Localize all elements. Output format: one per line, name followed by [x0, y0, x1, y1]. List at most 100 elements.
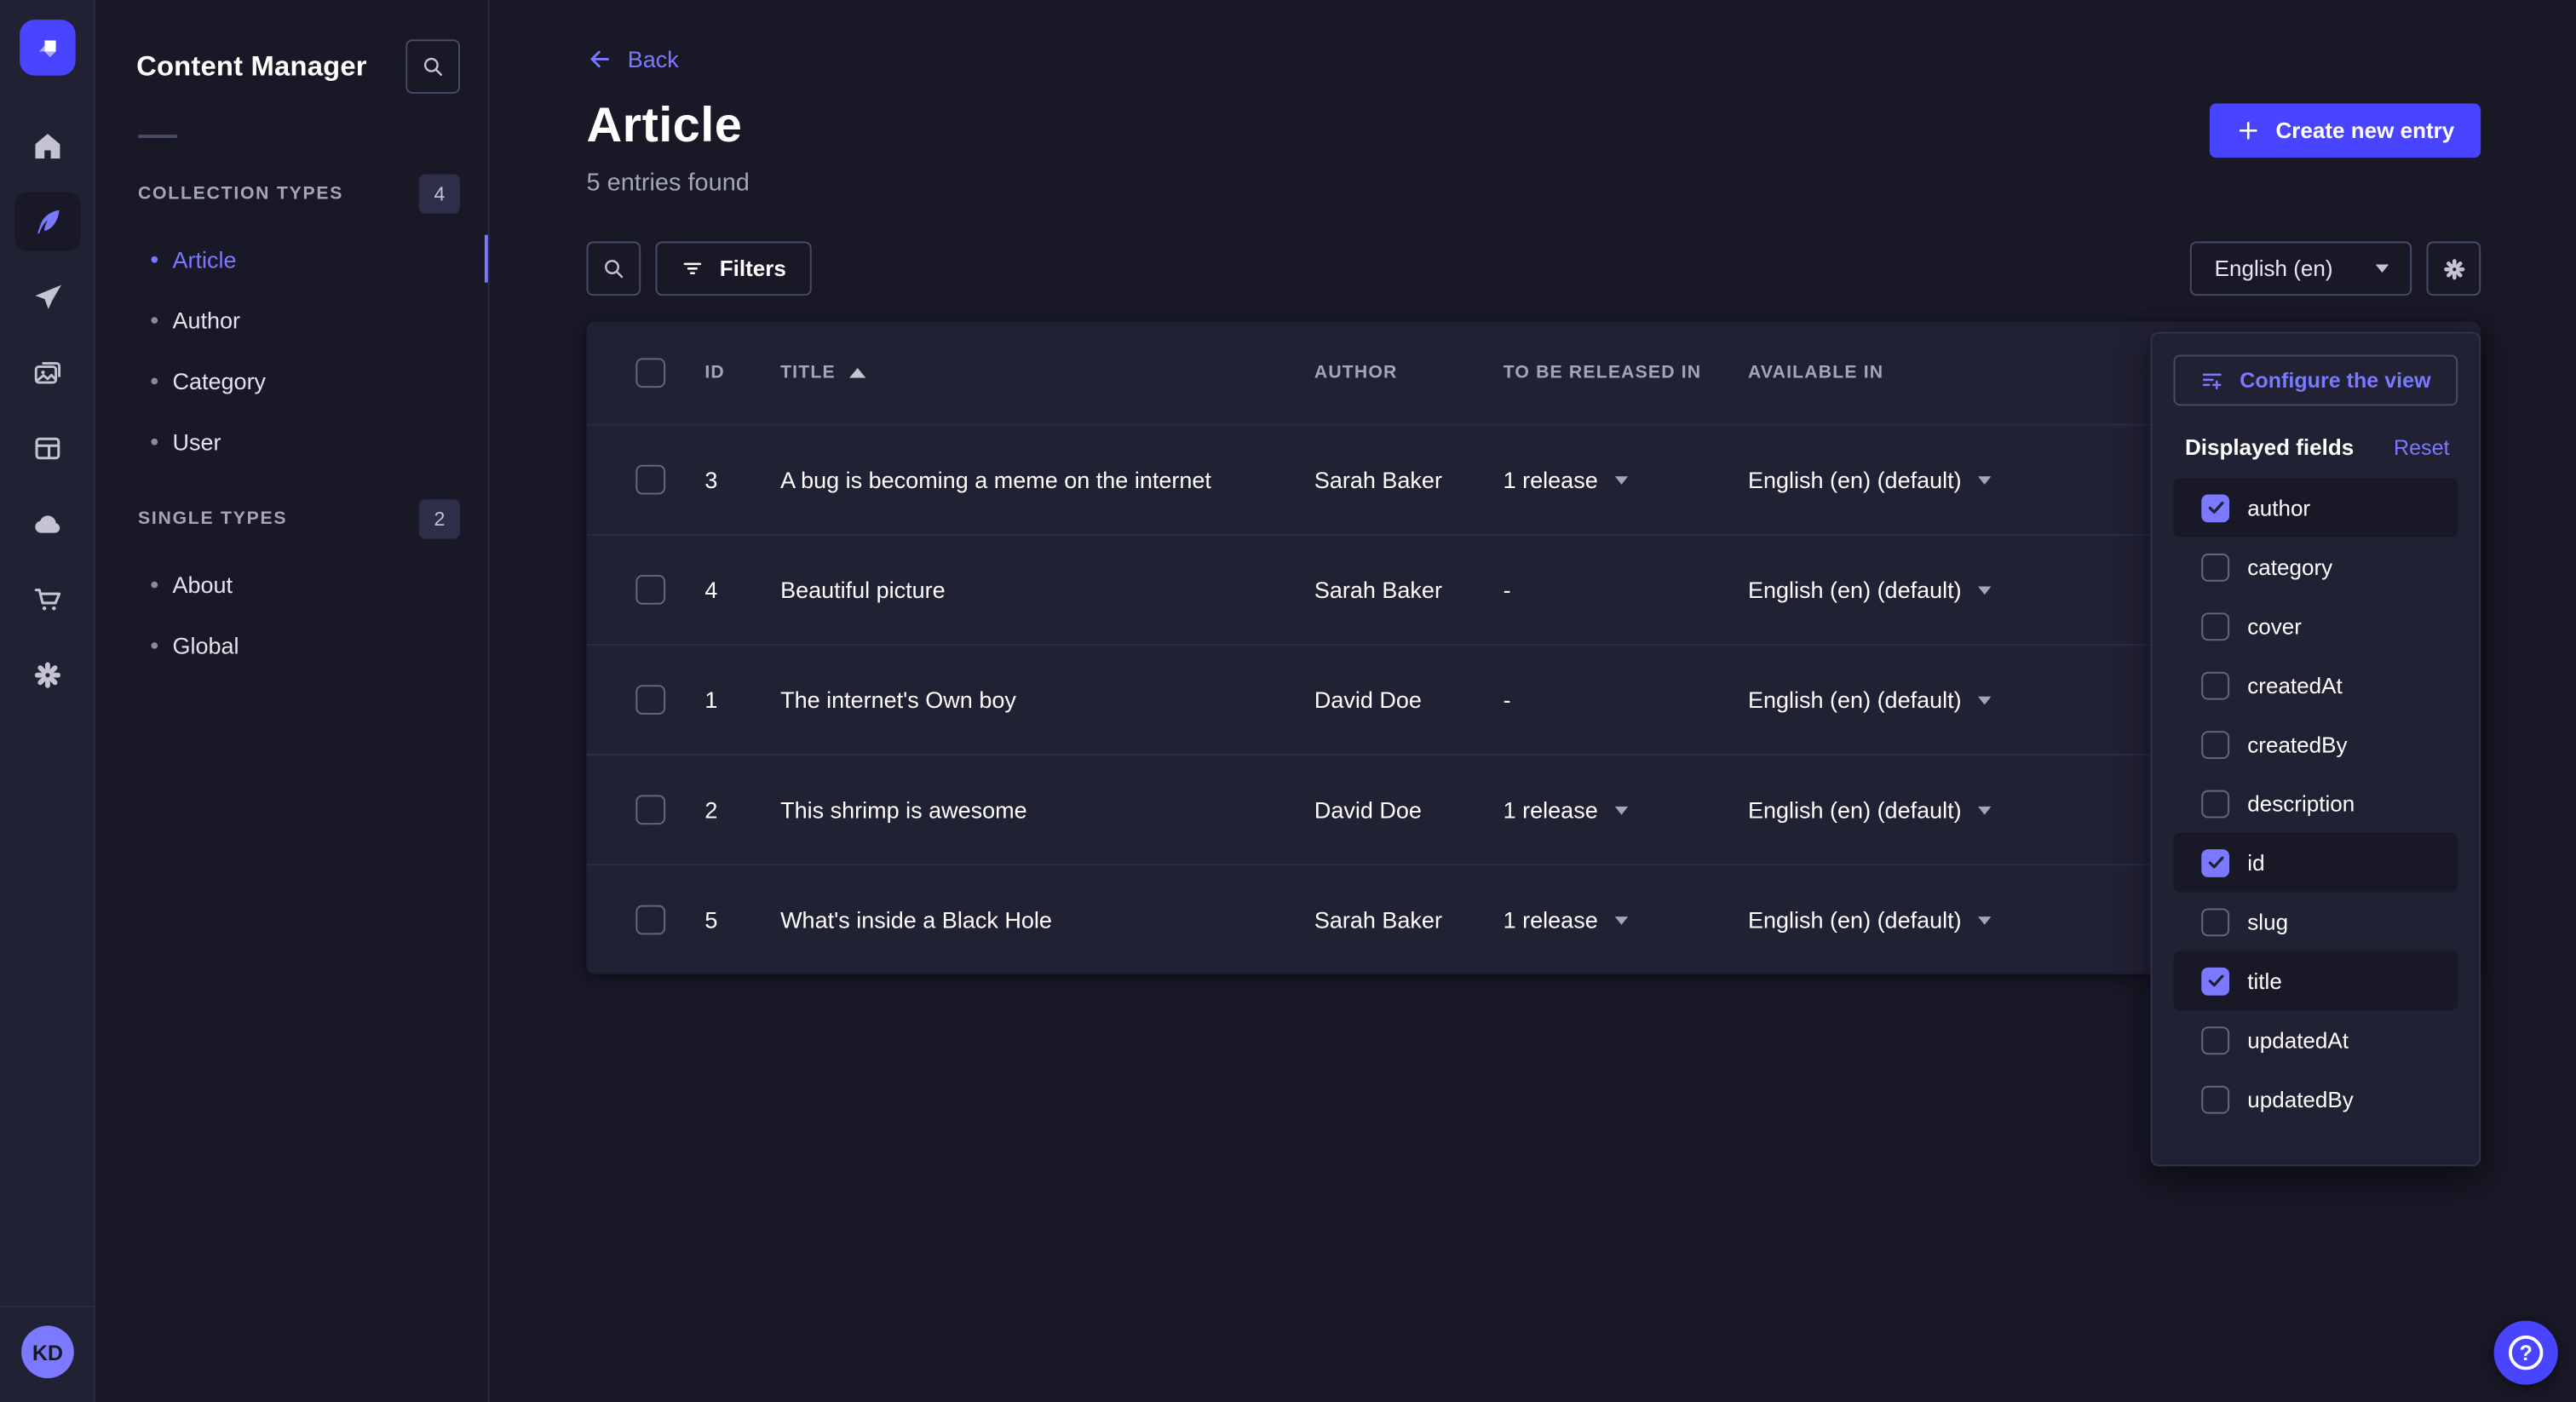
sort-ascending-icon[interactable]	[848, 368, 865, 378]
displayed-field-option[interactable]: cover	[2173, 596, 2458, 655]
single-types-section: SINGLE TYPES 2 About Global	[95, 497, 488, 675]
row-release-cell[interactable]: 1 release	[1504, 796, 1748, 823]
releases-icon[interactable]	[14, 267, 79, 326]
configure-view-button[interactable]: Configure the view	[2173, 355, 2458, 406]
field-checkbox[interactable]	[2201, 671, 2229, 699]
row-checkbox[interactable]	[635, 685, 665, 715]
subnav-item[interactable]: Global	[95, 614, 488, 675]
row-id-cell: 4	[704, 577, 780, 603]
subnav-item[interactable]: Article	[95, 228, 488, 289]
subnav-item[interactable]: User	[95, 411, 488, 471]
displayed-field-option[interactable]: updatedAt	[2173, 1010, 2458, 1069]
row-release-cell[interactable]: -	[1504, 687, 1748, 713]
field-checkbox[interactable]	[2201, 967, 2229, 995]
row-title-cell[interactable]: Beautiful picture	[780, 577, 1314, 603]
subnav-item-label: Category	[172, 367, 266, 394]
field-label: createdBy	[2247, 732, 2347, 756]
field-checkbox[interactable]	[2201, 1085, 2229, 1113]
main-nav-rail: KD	[0, 0, 95, 1402]
displayed-field-option[interactable]: id	[2173, 833, 2458, 892]
row-author-cell: David Doe	[1314, 796, 1504, 823]
subnav-item[interactable]: Category	[95, 350, 488, 411]
release-caret-icon[interactable]	[1614, 916, 1627, 924]
row-title-cell[interactable]: This shrimp is awesome	[780, 796, 1314, 823]
content-type-builder-icon[interactable]	[14, 419, 79, 478]
displayed-field-option[interactable]: createdAt	[2173, 655, 2458, 714]
collection-types-list: Article Author Category User	[95, 228, 488, 471]
displayed-field-option[interactable]: author	[2173, 478, 2458, 537]
column-header-author[interactable]: AUTHOR	[1314, 363, 1504, 382]
subnav-item[interactable]: Author	[95, 289, 488, 349]
row-available-value: English (en) (default)	[1748, 687, 1962, 713]
select-all-checkbox[interactable]	[635, 358, 665, 388]
strapi-logo[interactable]	[19, 20, 75, 76]
field-checkbox[interactable]	[2201, 553, 2229, 581]
section-count-badge: 2	[419, 498, 460, 537]
main-content: Back Article Create new entry 5 entries …	[490, 0, 2576, 1402]
home-icon[interactable]	[14, 117, 79, 175]
field-checkbox[interactable]	[2201, 848, 2229, 876]
field-checkbox[interactable]	[2201, 1026, 2229, 1054]
strapi-logo-icon	[27, 28, 66, 67]
displayed-field-option[interactable]: category	[2173, 537, 2458, 596]
media-library-icon[interactable]	[14, 343, 79, 402]
help-button[interactable]: ?	[2494, 1320, 2558, 1384]
release-caret-icon[interactable]	[1614, 475, 1627, 484]
available-caret-icon[interactable]	[1978, 696, 1991, 704]
row-available-value: English (en) (default)	[1748, 577, 1962, 603]
subnav-search-button[interactable]	[405, 39, 460, 94]
subnav-item-label: Article	[172, 245, 236, 272]
available-caret-icon[interactable]	[1978, 475, 1991, 484]
release-caret-icon[interactable]	[1614, 806, 1627, 814]
field-label: category	[2247, 554, 2332, 579]
content-manager-icon[interactable]	[14, 192, 79, 251]
row-checkbox[interactable]	[635, 795, 665, 825]
deploy-cloud-icon[interactable]	[14, 494, 79, 553]
column-header-id[interactable]: ID	[704, 363, 780, 382]
displayed-field-option[interactable]: slug	[2173, 892, 2458, 951]
row-release-value: 1 release	[1504, 467, 1598, 493]
row-title-cell[interactable]: A bug is becoming a meme on the internet	[780, 467, 1314, 493]
checkmark-icon	[2205, 971, 2225, 991]
field-label: cover	[2247, 613, 2302, 638]
row-release-value: 1 release	[1504, 907, 1598, 934]
row-checkbox[interactable]	[635, 575, 665, 605]
row-title-cell[interactable]: The internet's Own boy	[780, 687, 1314, 713]
row-checkbox[interactable]	[635, 905, 665, 935]
gear-icon	[2441, 256, 2467, 282]
displayed-field-option[interactable]: updatedBy	[2173, 1069, 2458, 1128]
field-checkbox[interactable]	[2201, 494, 2229, 522]
user-avatar[interactable]: KD	[21, 1325, 74, 1378]
displayed-fields-list: author category cover createdAt createdB…	[2173, 478, 2458, 1129]
row-available-value: English (en) (default)	[1748, 907, 1962, 934]
field-checkbox[interactable]	[2201, 908, 2229, 936]
row-release-cell[interactable]: 1 release	[1504, 467, 1748, 493]
create-new-entry-button[interactable]: Create new entry	[2210, 103, 2481, 158]
filters-button[interactable]: Filters	[655, 241, 810, 296]
table-search-button[interactable]	[586, 241, 641, 296]
row-title-cell[interactable]: What's inside a Black Hole	[780, 907, 1314, 934]
available-caret-icon[interactable]	[1978, 806, 1991, 814]
column-header-release[interactable]: TO BE RELEASED IN	[1504, 363, 1748, 382]
displayed-field-option[interactable]: description	[2173, 773, 2458, 832]
reset-link[interactable]: Reset	[2394, 435, 2450, 460]
back-link[interactable]: Back	[586, 46, 678, 72]
column-header-title[interactable]: TITLE	[780, 363, 836, 382]
row-release-cell[interactable]: 1 release	[1504, 907, 1748, 934]
content-manager-subnav: Content Manager COLLECTION TYPES 4 Artic…	[95, 0, 490, 1402]
settings-gear-icon[interactable]	[14, 646, 79, 704]
displayed-field-option[interactable]: createdBy	[2173, 715, 2458, 773]
row-release-cell[interactable]: -	[1504, 577, 1748, 603]
displayed-field-option[interactable]: title	[2173, 951, 2458, 1010]
available-caret-icon[interactable]	[1978, 586, 1991, 595]
field-checkbox[interactable]	[2201, 730, 2229, 758]
locale-select[interactable]: English (en)	[2190, 241, 2412, 296]
field-label: author	[2247, 495, 2310, 520]
subnav-item[interactable]: About	[95, 554, 488, 614]
marketplace-cart-icon[interactable]	[14, 570, 79, 629]
available-caret-icon[interactable]	[1978, 916, 1991, 924]
row-checkbox[interactable]	[635, 465, 665, 495]
field-checkbox[interactable]	[2201, 790, 2229, 818]
view-settings-gear-button[interactable]	[2426, 241, 2481, 296]
field-checkbox[interactable]	[2201, 612, 2229, 640]
